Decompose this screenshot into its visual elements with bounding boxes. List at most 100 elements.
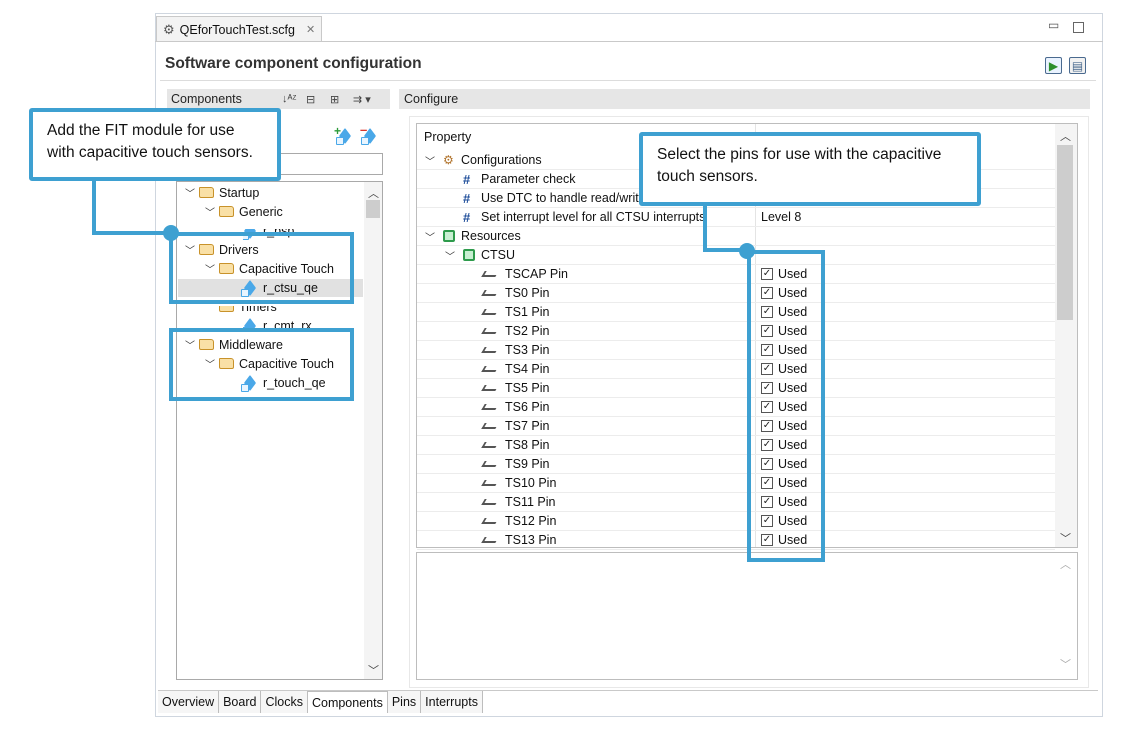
property-name: CTSU xyxy=(481,248,516,262)
property-name: TS12 Pin xyxy=(505,514,557,528)
property-name: TS1 Pin xyxy=(505,305,550,319)
pin-row[interactable]: TS2 Pin ✓ Used xyxy=(417,322,1055,341)
chip-icon xyxy=(463,249,475,261)
property-name: TS5 Pin xyxy=(505,381,550,395)
property-name: TS7 Pin xyxy=(505,419,550,433)
property-name: TS10 Pin xyxy=(505,476,557,490)
property-scrollbar-thumb[interactable] xyxy=(1057,145,1073,320)
minimize-icon[interactable]: ▭ xyxy=(1048,18,1059,32)
property-name: Parameter check xyxy=(481,172,576,186)
property-name: TS9 Pin xyxy=(505,457,550,471)
tab-board[interactable]: Board xyxy=(219,691,262,713)
tab-overview[interactable]: Overview xyxy=(158,691,220,713)
pin-row[interactable]: TS3 Pin ✓ Used xyxy=(417,341,1055,360)
pins-callout: Select the pins for use with the capacit… xyxy=(639,132,981,206)
editor-tab[interactable]: ⚙ QEforTouchTest.scfg ✕ xyxy=(156,16,322,42)
configure-panel-title: Configure xyxy=(404,92,459,106)
pin-row[interactable]: TS11 Pin ✓ Used xyxy=(417,493,1055,512)
pin-icon xyxy=(481,537,499,543)
property-name: TS3 Pin xyxy=(505,343,550,357)
collapse-all-icon[interactable]: ⊟ xyxy=(306,93,315,106)
tree-item-generic[interactable]: ﹀ Generic xyxy=(203,202,283,221)
property-value[interactable]: Level 8 xyxy=(761,210,801,224)
tab-pins[interactable]: Pins xyxy=(387,691,422,713)
tab-divider xyxy=(155,41,1103,42)
close-icon[interactable]: ✕ xyxy=(306,23,315,36)
tree-item-label: Startup xyxy=(219,185,260,200)
pin-icon xyxy=(481,518,499,524)
tree-scrollbar-thumb[interactable] xyxy=(366,200,380,218)
pin-row[interactable]: TS7 Pin ✓ Used xyxy=(417,417,1055,436)
page-title: Software component configuration xyxy=(165,55,422,72)
property-column-header: Property xyxy=(424,130,472,144)
chevron-down-icon[interactable]: ﹀ xyxy=(423,229,437,244)
chevron-down-icon[interactable]: ﹀ xyxy=(1060,656,1071,672)
tab-components[interactable]: Components xyxy=(307,691,388,713)
generate-code-icon[interactable]: ▶ xyxy=(1045,57,1062,74)
callout-leader-dot xyxy=(739,243,755,259)
callout-leader-line xyxy=(92,177,96,235)
maximize-icon[interactable] xyxy=(1073,22,1084,33)
pin-row[interactable]: TS13 Pin ✓ Used xyxy=(417,531,1055,550)
used-column-highlight-box xyxy=(747,250,825,562)
callout-leader-dot xyxy=(163,225,179,241)
middleware-highlight-box xyxy=(169,328,354,401)
pin-icon xyxy=(481,328,499,334)
generate-report-icon[interactable]: ▤ xyxy=(1069,57,1086,74)
property-name: TS4 Pin xyxy=(505,362,550,376)
chevron-down-icon[interactable]: ﹀ xyxy=(368,662,379,678)
gear-icon: ⚙ xyxy=(163,21,175,37)
property-row[interactable]: # Set interrupt level for all CTSU inter… xyxy=(417,208,1055,227)
pin-row[interactable]: TS1 Pin ✓ Used xyxy=(417,303,1055,322)
pin-icon xyxy=(481,423,499,429)
property-name: TS6 Pin xyxy=(505,400,550,414)
tab-interrupts[interactable]: Interrupts xyxy=(421,691,483,713)
chevron-down-icon[interactable]: ﹀ xyxy=(1060,530,1071,546)
pin-row[interactable]: TS0 Pin ✓ Used xyxy=(417,284,1055,303)
add-component-icon[interactable]: + xyxy=(334,124,353,145)
tab-clocks[interactable]: Clocks xyxy=(261,691,308,713)
chevron-down-icon[interactable]: ﹀ xyxy=(423,153,437,168)
chevron-up-icon[interactable]: ︿ xyxy=(1060,128,1071,144)
tree-scrollbar[interactable] xyxy=(364,182,382,679)
pin-icon xyxy=(481,347,499,353)
property-description-box xyxy=(416,552,1078,680)
chevron-down-icon[interactable]: ﹀ xyxy=(443,248,457,263)
chevron-down-icon[interactable]: ﹀ xyxy=(183,185,197,200)
property-name: TS2 Pin xyxy=(505,324,550,338)
pin-icon xyxy=(481,404,499,410)
pin-row[interactable]: TS8 Pin ✓ Used xyxy=(417,436,1055,455)
view-menu-icon[interactable]: ⇉ ▾ xyxy=(353,93,371,106)
tree-item-label: Generic xyxy=(239,204,283,219)
pin-row[interactable]: TS5 Pin ✓ Used xyxy=(417,379,1055,398)
expand-all-icon[interactable]: ⊞ xyxy=(330,93,339,106)
gear-icon: ⚙ xyxy=(443,153,454,167)
pin-row[interactable]: TS9 Pin ✓ Used xyxy=(417,455,1055,474)
chevron-up-icon[interactable]: ︿ xyxy=(1060,556,1071,572)
pin-row[interactable]: TS4 Pin ✓ Used xyxy=(417,360,1055,379)
callout-leader-line xyxy=(703,203,707,252)
remove-component-icon[interactable]: – xyxy=(360,122,378,145)
pin-icon xyxy=(481,499,499,505)
property-row[interactable]: ﹀ Resources xyxy=(417,227,1055,246)
pin-icon xyxy=(481,385,499,391)
pin-row[interactable]: TS6 Pin ✓ Used xyxy=(417,398,1055,417)
property-name: TS11 Pin xyxy=(505,495,556,509)
folder-icon xyxy=(199,187,214,198)
property-name: Resources xyxy=(461,229,521,243)
configure-panel-header xyxy=(399,89,1090,109)
tree-item-startup[interactable]: ﹀ Startup xyxy=(183,183,259,202)
pin-icon xyxy=(481,442,499,448)
pin-row[interactable]: TS10 Pin ✓ Used xyxy=(417,474,1055,493)
chevron-down-icon[interactable]: ﹀ xyxy=(203,204,217,219)
pin-row[interactable]: TS12 Pin ✓ Used xyxy=(417,512,1055,531)
sort-az-icon[interactable]: ↓ᴬᶻ xyxy=(282,93,296,105)
pin-icon xyxy=(481,271,499,277)
property-name: Configurations xyxy=(461,153,542,167)
hash-icon: # xyxy=(463,171,471,187)
pin-icon xyxy=(481,309,499,315)
pin-row[interactable]: TSCAP Pin ✓ Used xyxy=(417,265,1055,284)
chevron-up-icon[interactable]: ︿ xyxy=(368,185,379,201)
property-name: Set interrupt level for all CTSU interru… xyxy=(481,210,706,224)
chip-icon xyxy=(443,230,455,242)
